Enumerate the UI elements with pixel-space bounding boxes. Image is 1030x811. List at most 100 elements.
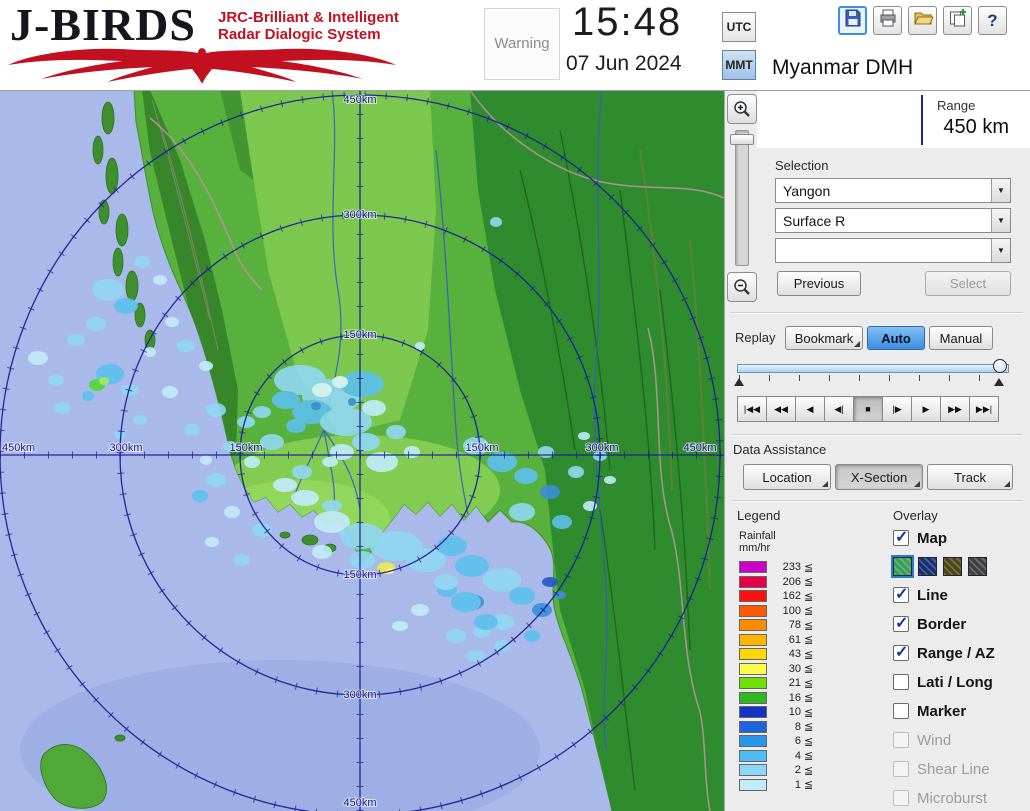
- toolbar: ?: [838, 6, 1007, 35]
- range-panel: Range 450 km: [757, 90, 1030, 148]
- replay-label: Replay: [735, 330, 776, 345]
- chevron-down-icon[interactable]: ▼: [991, 239, 1010, 262]
- range-value: 450 km: [943, 116, 1009, 138]
- map-swatch-gray[interactable]: [968, 557, 987, 576]
- save-button[interactable]: [838, 6, 867, 35]
- map-swatch-navy[interactable]: [918, 557, 937, 576]
- help-button[interactable]: ?: [978, 6, 1007, 35]
- location-button[interactable]: Location: [743, 464, 831, 490]
- overlay-item-shear-line: Shear Line: [893, 759, 995, 779]
- stop-button[interactable]: ■: [853, 396, 883, 422]
- overlay-item-border[interactable]: Border: [893, 613, 995, 634]
- bookmark-button[interactable]: Bookmark: [785, 326, 863, 350]
- replay-timeline-slider[interactable]: [737, 364, 1009, 373]
- step-forward-button[interactable]: |▶: [882, 396, 912, 422]
- chevron-down-icon[interactable]: ▼: [991, 179, 1010, 202]
- legend-row: 100 ≦: [739, 604, 813, 619]
- manual-button[interactable]: Manual: [929, 326, 993, 350]
- overlay-item-marker[interactable]: Marker: [893, 701, 995, 721]
- auto-button[interactable]: Auto: [867, 326, 925, 350]
- warning-indicator[interactable]: Warning: [484, 8, 560, 80]
- legend-row: 8 ≦: [739, 720, 813, 735]
- legend-row: 2 ≦: [739, 763, 813, 778]
- product-dropdown[interactable]: Surface R ▼: [775, 208, 1011, 233]
- map-swatch-green[interactable]: [891, 555, 914, 578]
- utc-toggle-button[interactable]: UTC: [722, 12, 756, 42]
- checkbox-disabled-icon: [893, 790, 909, 806]
- legend-swatch: [739, 677, 767, 690]
- previous-button[interactable]: Previous: [777, 271, 861, 296]
- legend-swatch: [739, 604, 767, 617]
- fast-rewind-button[interactable]: ◀◀: [766, 396, 796, 422]
- legend-swatch: [739, 706, 767, 719]
- select-button[interactable]: Select: [925, 271, 1011, 296]
- overlay-item-microburst: Microburst: [893, 788, 995, 808]
- timeline-ticks: [739, 375, 1007, 381]
- fast-forward-button[interactable]: ▶▶: [940, 396, 970, 422]
- checkbox-checked-icon[interactable]: [893, 613, 909, 633]
- zoom-out-button[interactable]: [727, 272, 757, 302]
- zoom-controls: [727, 94, 757, 302]
- zoom-out-icon: [734, 279, 750, 295]
- radar-map[interactable]: 450km 300km 150km 150km 300km 450km 450k…: [0, 90, 724, 811]
- legend-swatch: [739, 749, 767, 762]
- clock-date: 07 Jun 2024: [566, 52, 682, 75]
- option-dropdown[interactable]: ▼: [775, 238, 1011, 263]
- overlay-item-wind: Wind: [893, 730, 995, 750]
- ring-label: 300km: [343, 209, 376, 221]
- legend-swatch: [739, 735, 767, 748]
- legend-swatch: [739, 633, 767, 646]
- play-reverse-button[interactable]: ◀: [795, 396, 825, 422]
- playback-controls: |◀◀ ◀◀ ◀ ◀| ■ |▶ ▶ ▶▶ ▶▶|: [737, 396, 999, 422]
- site-dropdown[interactable]: Yangon ▼: [775, 178, 1011, 203]
- overlay-item-range-az[interactable]: Range / AZ: [893, 642, 995, 663]
- legend-unit-line1: Rainfall: [739, 530, 776, 542]
- ring-label: 150km: [343, 329, 376, 341]
- checkbox-icon[interactable]: [893, 674, 909, 690]
- skip-last-button[interactable]: ▶▶|: [969, 396, 999, 422]
- range-divider: [921, 95, 923, 145]
- overlay-item-line[interactable]: Line: [893, 584, 995, 605]
- overlay-item-lati-long[interactable]: Lati / Long: [893, 672, 995, 692]
- overlay-item-map[interactable]: Map: [893, 527, 995, 548]
- checkbox-checked-icon[interactable]: [893, 642, 909, 662]
- checkbox-checked-icon[interactable]: [893, 527, 909, 547]
- zoom-slider[interactable]: [730, 130, 754, 266]
- step-back-button[interactable]: ◀|: [824, 396, 854, 422]
- chevron-down-icon[interactable]: ▼: [991, 209, 1010, 232]
- timeline-start-marker: [734, 378, 744, 386]
- play-button[interactable]: ▶: [911, 396, 941, 422]
- skip-first-button[interactable]: |◀◀: [737, 396, 767, 422]
- checkbox-checked-icon[interactable]: [893, 584, 909, 604]
- ring-label: 150km: [343, 569, 376, 581]
- mmt-toggle-button[interactable]: MMT: [722, 50, 756, 80]
- ring-label: 150km: [229, 442, 262, 454]
- logo-subtitle-line2: Radar Dialogic System: [218, 26, 381, 43]
- ring-label: 300km: [585, 442, 618, 454]
- control-sidebar: Range 450 km Selection Yangon ▼ Surface …: [724, 90, 1030, 811]
- legend-swatch: [739, 720, 767, 733]
- legend-swatch: [739, 662, 767, 675]
- selection-label: Selection: [775, 158, 829, 173]
- overlay-label: Overlay: [893, 508, 938, 523]
- zoom-slider-thumb[interactable]: [730, 134, 754, 145]
- divider: [731, 434, 1023, 436]
- zoom-in-button[interactable]: [727, 94, 757, 124]
- legend-row: 206 ≦: [739, 575, 813, 590]
- export-button[interactable]: [943, 6, 972, 35]
- xsection-button[interactable]: X-Section: [835, 464, 923, 490]
- legend-row: 43 ≦: [739, 647, 813, 662]
- timeline-thumb[interactable]: [993, 359, 1007, 373]
- open-folder-button[interactable]: [908, 6, 937, 35]
- eagle-logo-icon: [4, 46, 400, 89]
- map-swatch-olive[interactable]: [943, 557, 962, 576]
- track-button[interactable]: Track: [927, 464, 1013, 490]
- checkbox-icon[interactable]: [893, 703, 909, 719]
- legend-row: 233 ≦: [739, 560, 813, 575]
- rainfall-legend: Rainfall mm/hr 233 ≦ 206 ≦ 162 ≦ 100 ≦ 78 ≦ 6…: [739, 530, 813, 792]
- divider: [731, 312, 1023, 314]
- folder-icon: [913, 8, 934, 33]
- timeline-end-marker: [994, 378, 1004, 386]
- print-button[interactable]: [873, 6, 902, 35]
- app-logo-subtitle: JRC-Brilliant & Intelligent Radar Dialog…: [218, 9, 399, 43]
